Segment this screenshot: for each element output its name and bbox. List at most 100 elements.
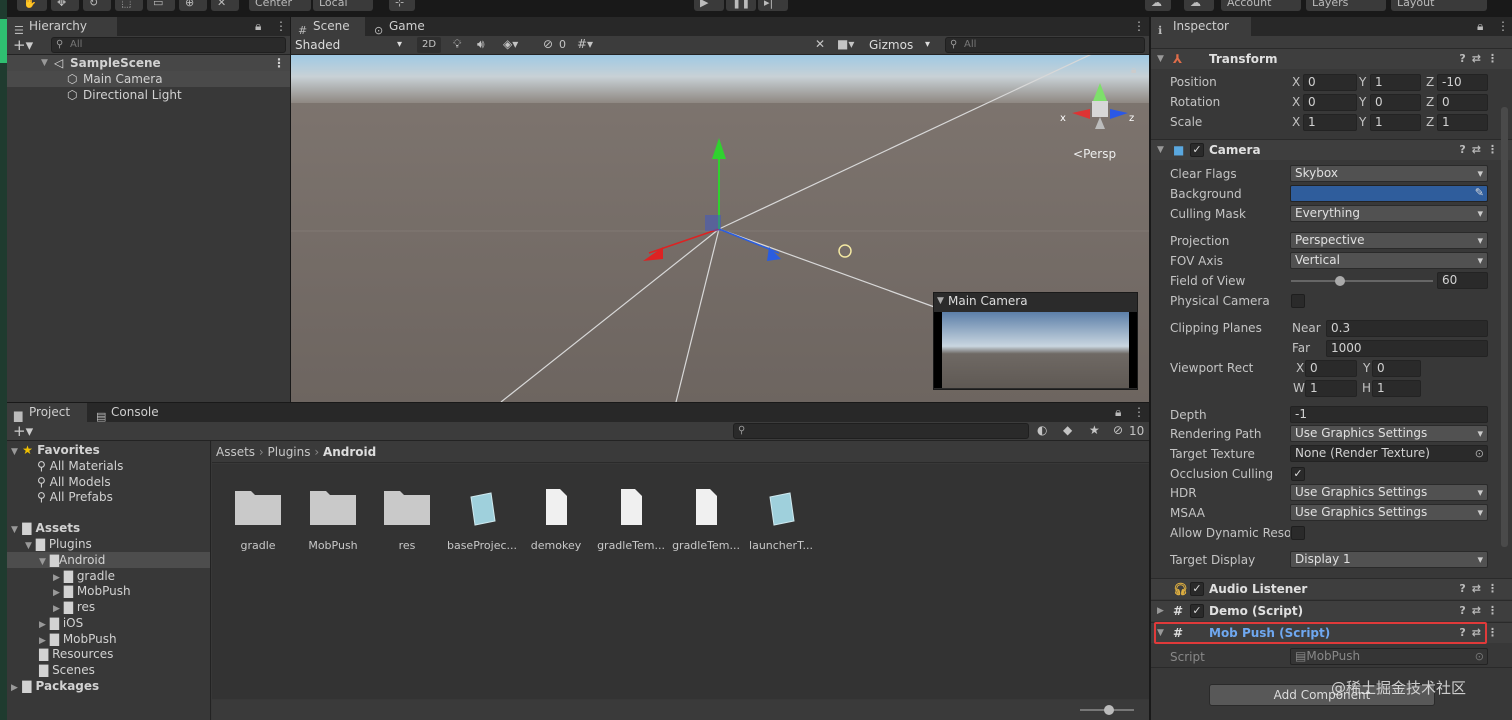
position-y-field[interactable]: 1 [1370,74,1421,91]
favorite-star-icon[interactable]: ★ [1089,423,1100,437]
hierarchy-item-main-camera[interactable]: ⬡ Main Camera [7,71,290,87]
create-asset-button[interactable]: +▾ [13,422,33,440]
audio-listener-checkbox[interactable]: ✓ [1190,582,1204,596]
lock-icon[interactable]: 🔒︎ [1115,405,1121,420]
camera-component-header[interactable]: ▼ ■ ✓ Camera ?⇄⋮ [1151,139,1512,160]
more-icon[interactable]: ⋮ [1497,19,1509,33]
camera-settings-icon[interactable]: ■▾ [837,37,854,51]
hdr-dropdown[interactable]: Use Graphics Settings [1290,484,1488,501]
position-z-field[interactable]: -10 [1437,74,1488,91]
breadcrumb-android[interactable]: Android [323,445,376,459]
fov-axis-dropdown[interactable]: Vertical [1290,252,1488,269]
tree-item-all-models[interactable]: ⚲ All Models [37,474,111,490]
asset-item-gradletemplate-2[interactable]: gradleTem... [669,475,743,552]
asset-item-res[interactable]: res [370,475,444,552]
persp-label[interactable]: <Persp [1073,147,1116,161]
scale-y-field[interactable]: 1 [1370,114,1421,131]
lighting-icon[interactable]: 💡︎ [453,37,461,52]
rect-tool-button[interactable]: ▭ [147,0,175,11]
object-picker-icon[interactable]: ⊙ [1475,446,1484,461]
depth-field[interactable]: -1 [1290,406,1488,423]
scale-z-field[interactable]: 1 [1437,114,1488,131]
tree-item-resources[interactable]: ▇ Resources [39,646,113,662]
scene-menu-icon[interactable]: ⋮ [273,55,285,71]
audio-icon[interactable]: 🔊︎ [477,37,485,52]
viewport-x-field[interactable]: 0 [1305,360,1357,377]
physical-camera-checkbox[interactable] [1291,294,1305,308]
tools-icon[interactable]: ✕ [815,37,825,51]
project-search-input[interactable]: ⚲ [733,423,1029,439]
collapse-arrow-icon[interactable]: ▼ [937,293,944,310]
fov-slider-thumb[interactable] [1335,276,1345,286]
hidden-objects-icon[interactable]: ⊘ [543,37,553,51]
tree-item-favorites[interactable]: ▼ ★ Favorites [11,442,100,458]
eyedropper-icon[interactable]: ✎ [1475,186,1484,199]
projection-dropdown[interactable]: Perspective [1290,232,1488,249]
pause-button[interactable]: ❚❚ [726,0,756,11]
asset-item-mobpush[interactable]: MobPush [296,475,370,552]
inspector-scrollbar[interactable] [1501,107,1508,547]
filter-by-label-icon[interactable]: ◆ [1063,423,1072,437]
demo-script-checkbox[interactable]: ✓ [1190,604,1204,618]
transform-component-header[interactable]: ▼ ⅄ Transform ?⇄⋮ [1151,48,1512,69]
target-display-dropdown[interactable]: Display 1 [1290,551,1488,568]
fov-field[interactable]: 60 [1437,272,1488,289]
play-button[interactable]: ▶ [694,0,724,11]
asset-item-gradletemplate-1[interactable]: gradleTem... [594,475,668,552]
clear-flags-dropdown[interactable]: Skybox [1290,165,1488,182]
more-icon[interactable]: ⋮ [1133,405,1145,419]
transform-tool-button[interactable]: ⊕ [179,0,207,11]
layout-dropdown[interactable]: Layout [1391,0,1487,11]
collab-button[interactable]: ☁ [1145,0,1171,11]
rendering-path-dropdown[interactable]: Use Graphics Settings [1290,425,1488,442]
hierarchy-item-directional-light[interactable]: ⬡ Directional Light [7,87,290,103]
target-texture-field[interactable]: None (Render Texture) ⊙ [1290,445,1488,462]
viewport-y-field[interactable]: 0 [1372,360,1421,377]
collapse-arrow-icon[interactable]: ▼ [1157,49,1164,69]
scene-viewport[interactable]: x z 🔒︎ <Persp ▼ Main Camera [291,55,1149,402]
snap-button[interactable]: ⊹ [389,0,415,11]
tab-scene[interactable]: # Scene [291,17,365,37]
camera-enabled-checkbox[interactable]: ✓ [1190,143,1204,157]
tab-game[interactable]: ⊙ Game [367,17,433,37]
scale-tool-button[interactable]: ⬚ [115,0,143,11]
cloud-button[interactable]: ☁ [1184,0,1214,11]
tree-item-assets[interactable]: ▼ ▇ Assets [11,520,80,536]
tree-item-android[interactable]: ▼ ▇Android [7,552,210,568]
hierarchy-search-input[interactable]: ⚲ All [51,37,286,53]
grid-toggle-icon[interactable]: #▾ [577,37,593,51]
shading-mode-dropdown[interactable]: Shaded ▾ [291,36,411,54]
demo-script-header[interactable]: ▶ # ✓ Demo (Script) ?⇄⋮ [1151,600,1512,621]
breadcrumb-assets[interactable]: Assets [216,445,255,459]
tree-item-ios[interactable]: ▶ ▇ iOS [39,615,83,631]
culling-mask-dropdown[interactable]: Everything [1290,205,1488,222]
step-button[interactable]: ▸| [758,0,788,11]
rotation-x-field[interactable]: 0 [1303,94,1357,111]
rotation-z-field[interactable]: 0 [1437,94,1488,111]
viewport-h-field[interactable]: 1 [1372,380,1421,397]
rotation-y-field[interactable]: 0 [1370,94,1421,111]
scene-row[interactable]: ▼ ◁ SampleScene ⋮ [7,55,290,71]
tree-item-packages[interactable]: ▶ ▇ Packages [11,678,99,694]
more-icon[interactable]: ⋮ [275,19,287,33]
toggle-2d-button[interactable]: 2D [417,37,441,53]
expand-arrow-icon[interactable]: ▶ [1157,601,1164,621]
component-actions[interactable]: ?⇄⋮ [1459,601,1504,621]
collapse-arrow-icon[interactable]: ▼ [1157,140,1164,160]
tree-item-res[interactable]: ▶ ▇ res [53,599,95,615]
scale-x-field[interactable]: 1 [1303,114,1357,131]
tab-project[interactable]: ▇ Project [7,403,87,423]
tab-inspector[interactable]: ℹ Inspector [1151,17,1251,37]
move-tool-button[interactable]: ✥ [51,0,79,11]
asset-item-launchertemplate[interactable]: launcherT... [744,475,818,552]
viewport-w-field[interactable]: 1 [1305,380,1357,397]
pivot-local-button[interactable]: Local [313,0,373,11]
lock-icon[interactable]: 🔒︎ [255,19,261,34]
lock-icon[interactable]: 🔒︎ [1131,65,1136,76]
tab-hierarchy[interactable]: ☰ Hierarchy [7,17,117,37]
tab-console[interactable]: ▤ Console [89,403,173,423]
far-field[interactable]: 1000 [1326,340,1488,357]
background-color-field[interactable]: ✎ [1290,185,1488,202]
custom-tool-button[interactable]: ✕ [211,0,239,11]
occlusion-culling-checkbox[interactable]: ✓ [1291,467,1305,481]
